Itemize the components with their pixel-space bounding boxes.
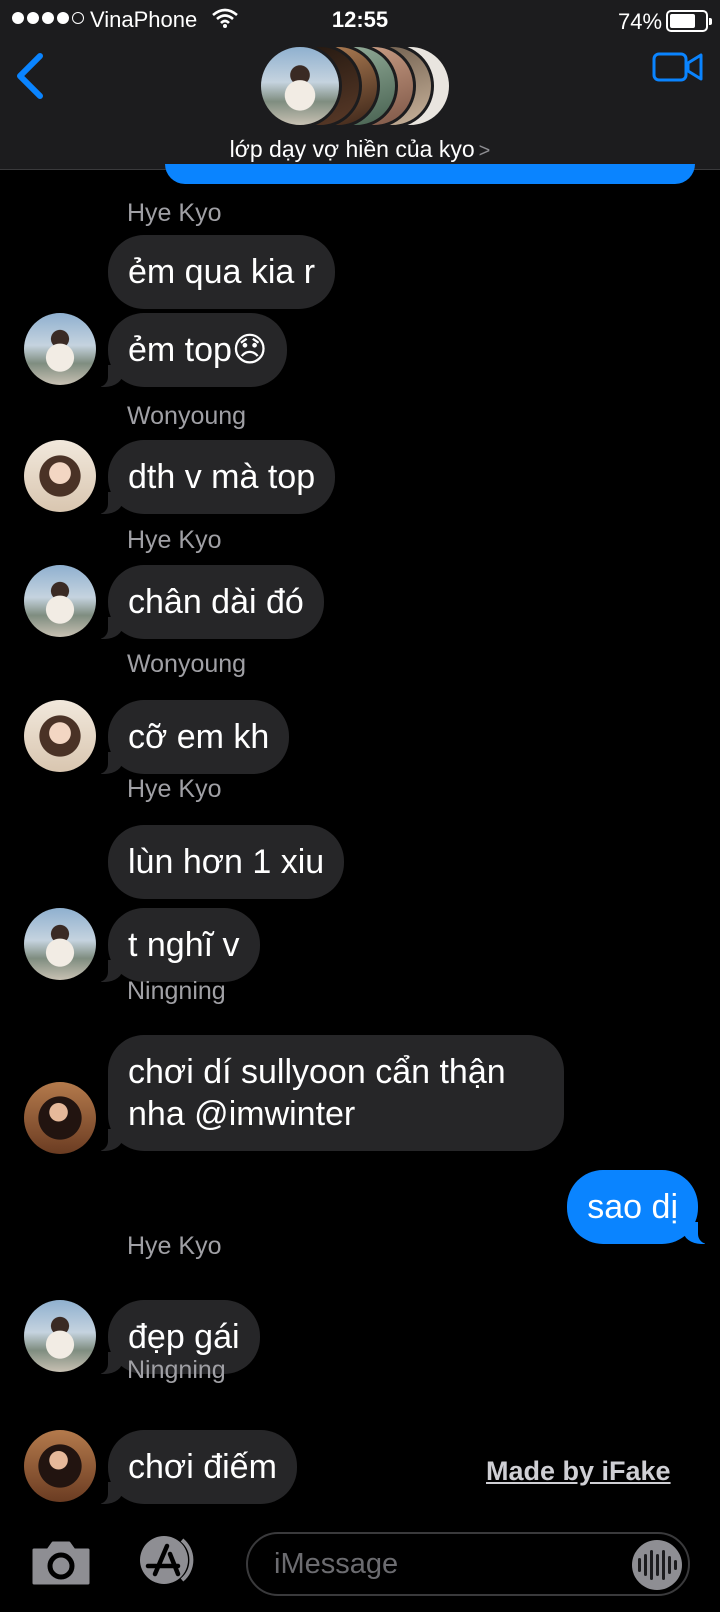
avatar[interactable] [24,1082,96,1154]
avatar[interactable] [24,1430,96,1502]
sender-name: Ningning [127,977,226,1005]
outgoing-message[interactable]: sao dị [567,1170,710,1244]
avatar[interactable] [24,313,96,385]
incoming-message[interactable]: dth v mà top [95,440,336,514]
sender-name: Hye Kyo [127,526,222,554]
incoming-message[interactable]: ẻm top😞 [95,313,288,387]
status-bar: VinaPhone 12:55 74% [0,0,720,40]
incoming-message[interactable]: cỡ em kh [95,700,290,774]
sender-name: Hye Kyo [127,199,222,227]
member-avatar [258,44,342,128]
message-placeholder: iMessage [274,1548,399,1580]
sender-name: Wonyoung [127,650,247,678]
incoming-message[interactable]: chơi điếm [96,1430,297,1504]
avatar[interactable] [24,700,96,772]
incoming-message[interactable]: chân dài đó [96,565,324,639]
group-avatars[interactable] [258,44,458,128]
clock: 12:55 [331,7,389,32]
previous-sent-bubble [165,164,695,184]
battery-percent: 74% [618,9,663,34]
incoming-message[interactable]: t nghĩ v [96,908,260,982]
sender-name: Hye Kyo [127,1232,222,1260]
sender-name: Ningning [127,1356,226,1384]
app-store-icon[interactable] [134,1534,204,1586]
group-name[interactable]: lớp dạy vợ hiền của kyo > [0,136,720,163]
incoming-message[interactable]: lùn hơn 1 xiu [108,825,345,899]
input-bar: iMessage [0,1520,720,1612]
sender-name: Hye Kyo [127,775,222,803]
video-camera-icon[interactable] [652,50,704,84]
avatar[interactable] [24,908,96,980]
avatar[interactable] [24,1300,96,1372]
chevron-left-icon[interactable] [14,52,46,100]
audio-waveform-icon[interactable] [632,1540,682,1590]
watermark: Made by iFake [486,1456,671,1486]
chevron-right-icon: > [478,140,491,162]
incoming-message[interactable]: chơi dí sullyoon cẩn thận nha @imwinter [96,1035,564,1151]
avatar[interactable] [24,440,96,512]
conversation-header: lớp dạy vợ hiền của kyo > [0,40,720,170]
incoming-message[interactable]: ẻm qua kia r [108,235,336,309]
battery-icon [666,10,712,32]
camera-icon[interactable] [30,1540,92,1586]
message-input[interactable]: iMessage [246,1532,690,1596]
avatar[interactable] [24,565,96,637]
sender-name: Wonyoung [127,402,247,430]
